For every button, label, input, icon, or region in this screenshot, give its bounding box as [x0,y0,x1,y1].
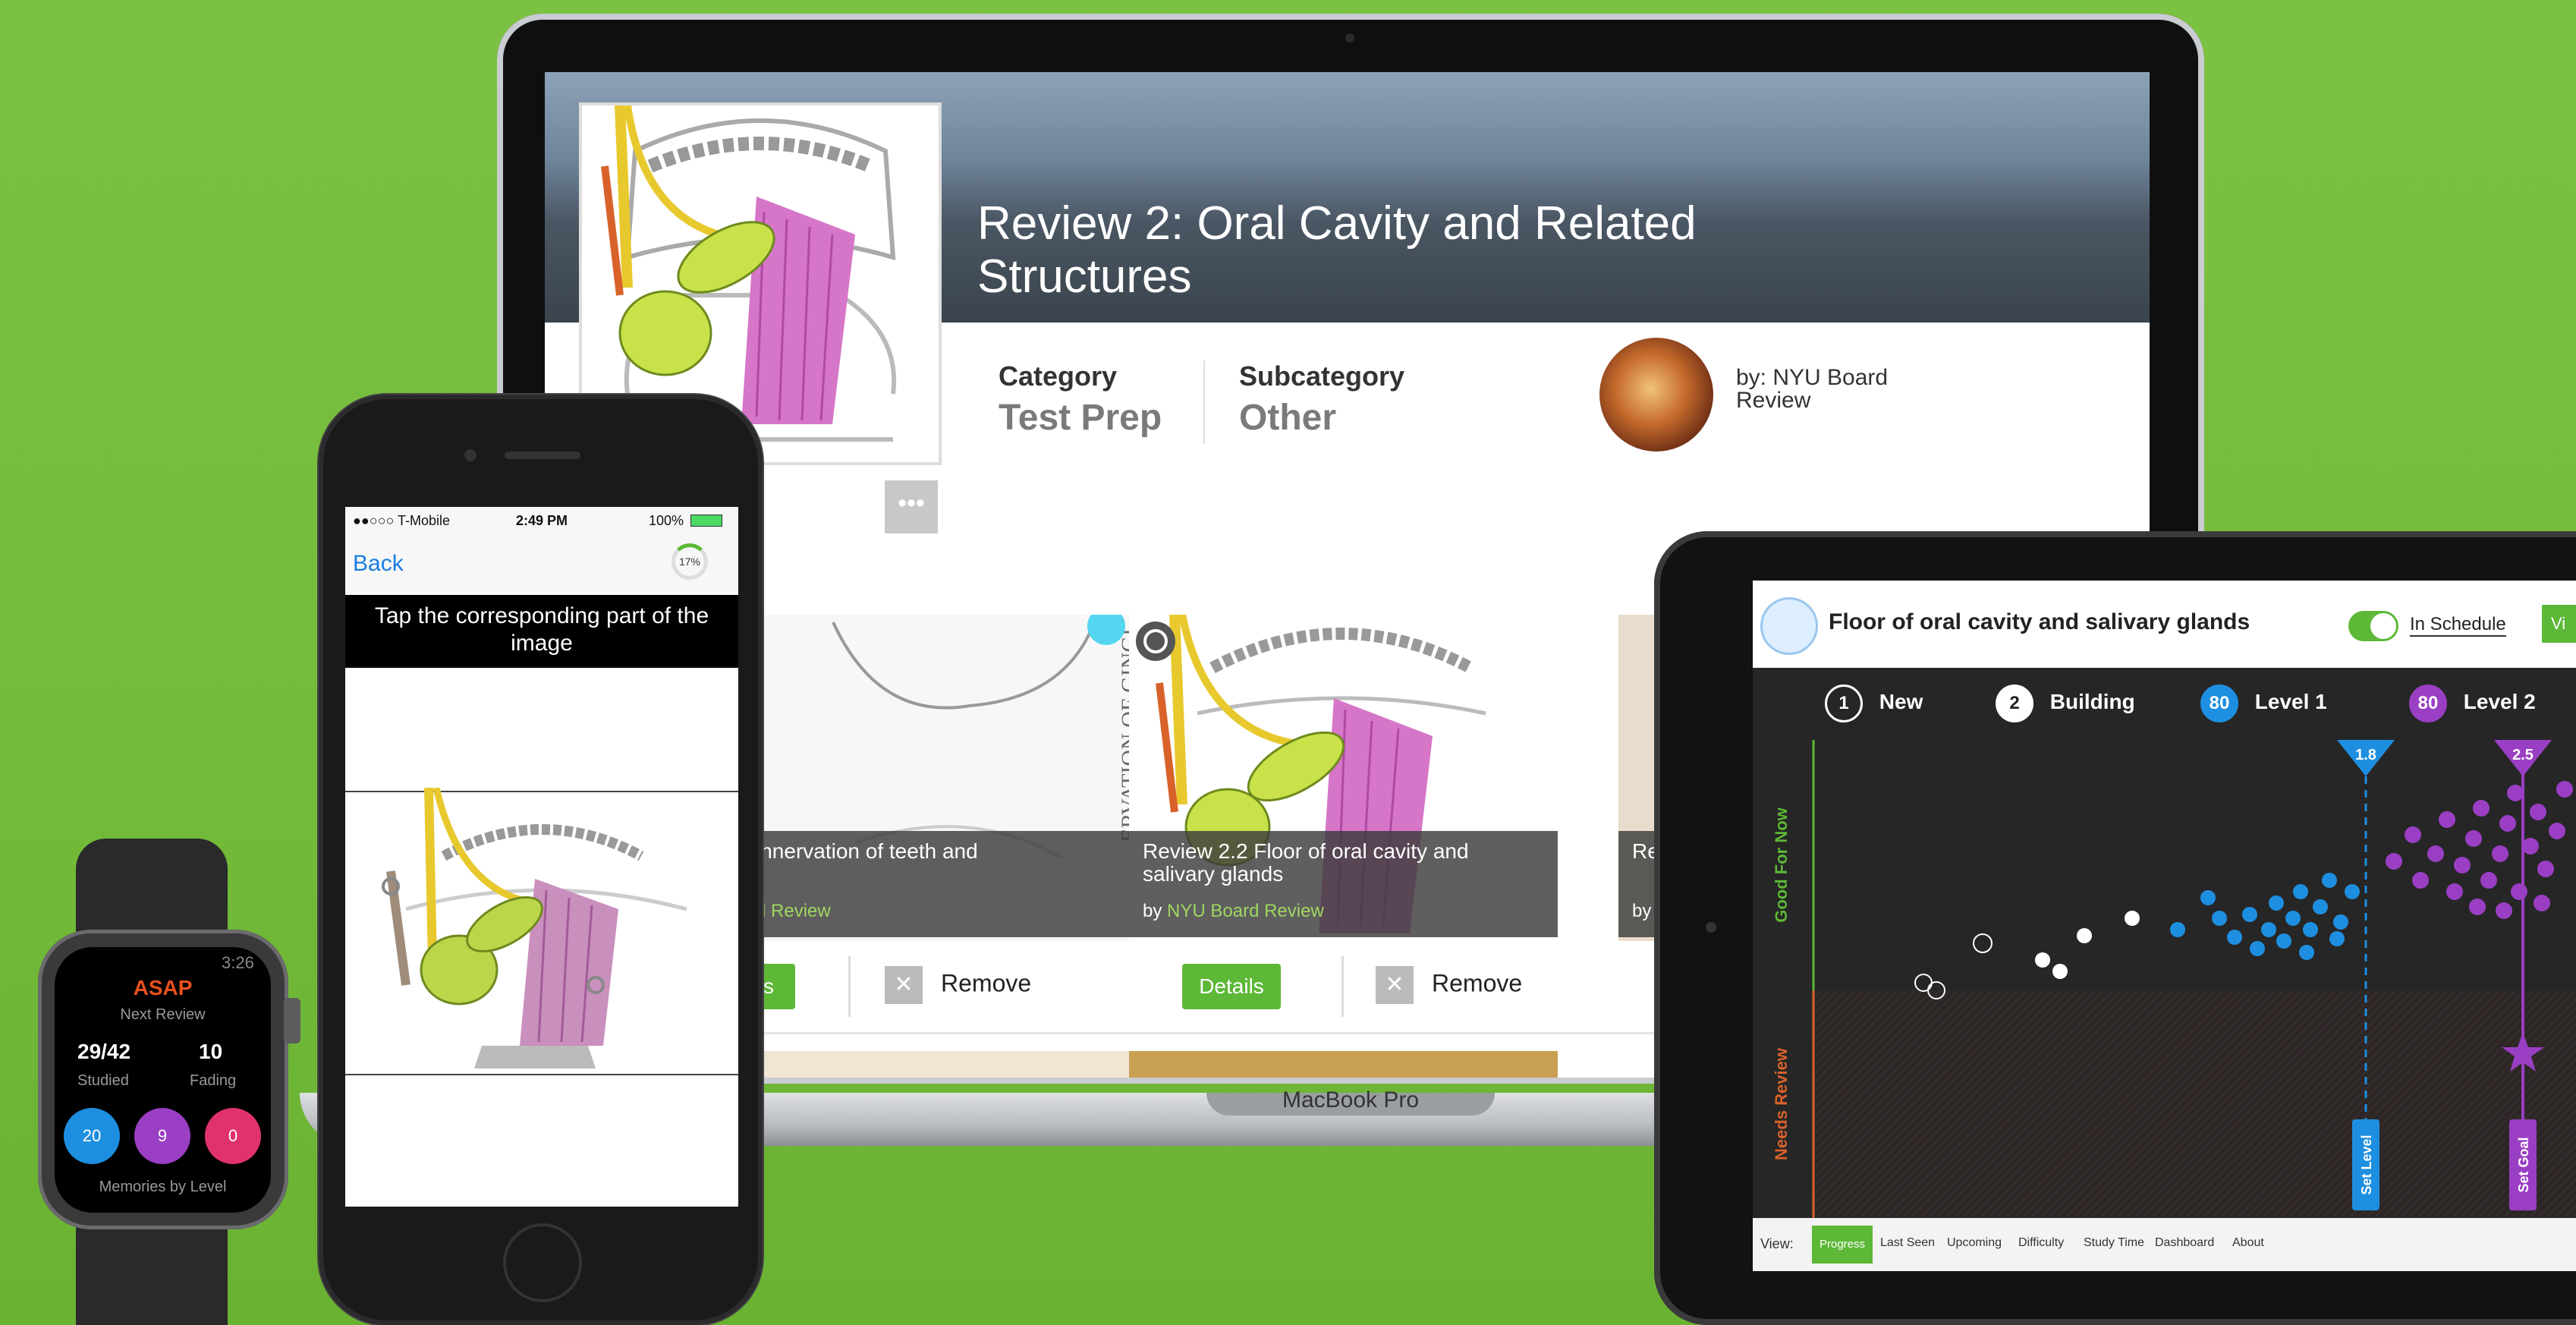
home-button[interactable] [503,1223,582,1302]
level1-marker-label: 1.8 [2355,747,2376,763]
author-byline[interactable]: by: NYU Board Review [1736,367,1964,412]
button-divider [848,956,851,1017]
fading-value: 10 [199,1040,223,1063]
prompt-banner: Tap the corresponding part of the image [345,595,738,668]
card-author[interactable]: d Review [756,901,831,922]
y-bottom-label: Needs Review [1772,1047,1791,1160]
card-author[interactable]: by [1632,901,1651,922]
memory-progress-chart[interactable]: Good For Now Needs Review 1.8 2.5 Set Le… [1753,740,2576,1218]
tab-difficulty[interactable]: Difficulty [2018,1236,2064,1250]
close-icon: ✕ [1376,966,1414,1004]
card-item[interactable]: Review 2.2 Floor of oral cavity and sali… [1129,615,1558,941]
tab-dashboard[interactable]: Dashboard [2155,1236,2214,1250]
nav-bar: Back 17% [345,534,738,595]
studied-label: Studied [77,1072,129,1089]
category-divider [1203,360,1205,444]
category-value: Test Prep [999,398,1162,438]
watch-band-bottom [76,1214,228,1325]
view-bar: View: Progress Last Seen Upcoming Diffic… [1753,1218,2576,1271]
category-label: Category [999,360,1118,392]
progress-ring: 17% [672,543,708,580]
iphone-speaker [505,452,580,459]
subcategory-label: Subcategory [1239,360,1405,392]
legend-building: 2 Building [1996,685,2135,722]
close-icon: ✕ [885,966,923,1004]
subcategory-value: Other [1239,398,1337,438]
set-goal-label: Set Goal [2516,1137,2531,1192]
watch-subtitle: Next Review [120,1006,206,1023]
back-button[interactable]: Back [353,551,404,577]
view-label: View: [1760,1236,1794,1251]
watch-time: 3:26 [222,953,254,972]
clock: 2:49 PM [516,513,568,528]
legend-new: 1 New [1825,685,1923,722]
studied-value: 29/42 [77,1040,131,1063]
card-item[interactable] [742,1051,1167,1078]
ipad-title: Floor of oral cavity and salivary glands [1829,609,2250,634]
button-divider [1341,956,1344,1017]
legend-bar: 1 New 2 Building 80 Level 1 80 Level 2 [1753,668,2576,740]
battery-icon [690,515,722,527]
watch-title: ASAP [133,976,193,999]
tap-image[interactable] [345,788,738,1076]
prompt-text: Tap the corresponding part of the image [374,603,709,656]
iphone-camera [464,449,477,461]
level-circle[interactable]: 9 [134,1108,190,1164]
card-author[interactable]: by NYU Board Review [1143,901,1324,922]
tab-study-time[interactable]: Study Time [2084,1236,2144,1250]
legend-level2: 80 Level 2 [2409,685,2536,722]
schedule-toggle[interactable] [2348,611,2398,641]
status-bar: ●●○○○ T-Mobile 2:49 PM 100% [345,507,738,534]
tab-progress[interactable]: Progress [1812,1226,1873,1264]
watch-footer: Memories by Level [99,1179,227,1195]
details-button[interactable]: Details [1182,964,1281,1009]
deck-icon[interactable] [1760,597,1818,655]
card-item[interactable] [1129,1051,1558,1078]
watch-screen: 3:26 ASAP Next Review 29/42 Studied 10 F… [55,947,271,1213]
y-top-label: Good For Now [1772,807,1791,922]
progress-label: 17% [678,555,701,568]
card-item[interactable]: ERVATION OF GINGI innervation of teeth a… [742,615,1167,941]
ipad-header: Floor of oral cavity and salivary glands… [1753,581,2576,668]
watch-crown[interactable] [284,998,300,1043]
fading-label: Fading [190,1072,237,1089]
battery-label: 100% [649,513,684,528]
remove-button[interactable]: ✕ Remove [1376,966,1522,1004]
author-avatar[interactable] [1599,338,1713,452]
ipad-camera [1706,922,1716,933]
carrier-label: ●●○○○ T-Mobile [353,513,451,528]
remove-button[interactable]: ✕ Remove [885,966,1031,1004]
tab-about[interactable]: About [2232,1236,2264,1250]
level-circle[interactable]: 20 [64,1108,120,1164]
deck-title: Review 2: Oral Cavity and Related Struct… [977,197,1697,303]
macbook-brand-label: MacBook Pro [1282,1087,1420,1113]
schedule-label[interactable]: In Schedule [2410,614,2506,637]
tab-upcoming[interactable]: Upcoming [1947,1236,2002,1250]
more-options-button[interactable]: ••• [885,480,938,533]
set-level-label: Set Level [2359,1135,2374,1194]
legend-level1: 80 Level 1 [2200,685,2327,722]
view-button[interactable]: Vi [2542,605,2576,643]
level-circle[interactable]: 0 [205,1108,261,1164]
tab-last-seen[interactable]: Last Seen [1880,1236,1935,1250]
level2-marker-label: 2.5 [2512,747,2534,763]
card-title: Review 2.2 Floor of oral cavity and sali… [1143,839,1469,886]
iphone-screen: ●●○○○ T-Mobile 2:49 PM 100% Back 17% Tap… [345,507,738,1207]
card-title: innervation of teeth and [756,839,978,863]
ipad-screen: Floor of oral cavity and salivary glands… [1753,581,2576,1271]
macbook-camera [1345,33,1354,42]
